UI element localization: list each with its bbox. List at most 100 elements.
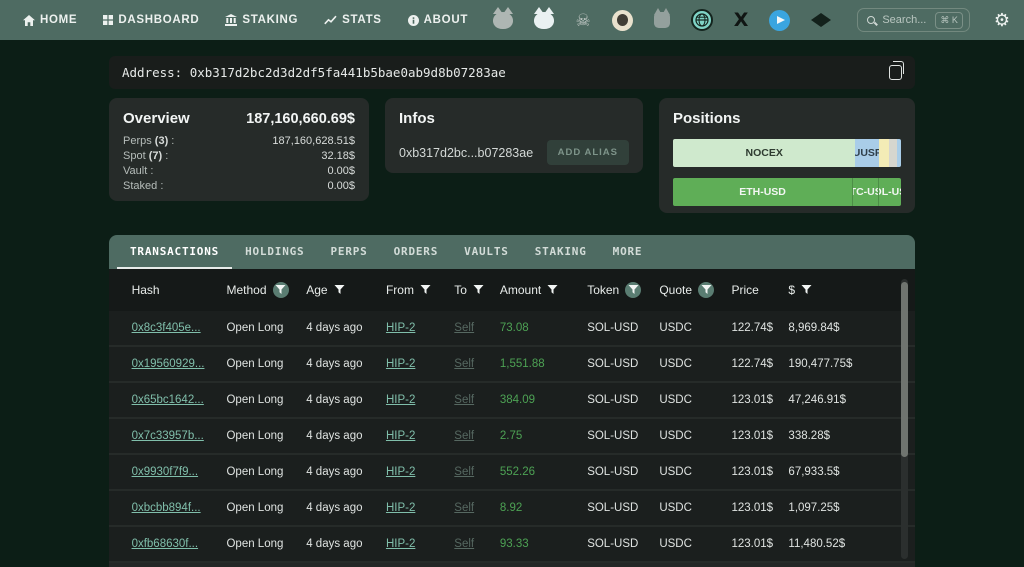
- dashboard-grid-icon: [103, 15, 114, 25]
- cell-price: 123.01$: [731, 394, 774, 406]
- cell-method: Open Long: [226, 502, 284, 514]
- search-input[interactable]: [882, 14, 929, 26]
- top-navbar: HOME DASHBOARD STAKING STATS ABOUT ☠ X ⌘…: [0, 0, 1024, 40]
- filter-icon[interactable]: [420, 285, 431, 295]
- bowtie-icon[interactable]: [811, 13, 832, 27]
- tab-staking[interactable]: STAKING: [522, 235, 600, 269]
- home-icon: [23, 14, 35, 26]
- tab-vaults[interactable]: VAULTS: [451, 235, 522, 269]
- scrollbar-thumb[interactable]: [901, 282, 908, 457]
- cell-quote: USDC: [659, 538, 692, 550]
- cell-token: SOL-USD: [587, 502, 639, 514]
- cell-price: 123.01$: [731, 502, 774, 514]
- tab-more[interactable]: MORE: [600, 235, 656, 269]
- hash-link[interactable]: 0x65bc1642...: [132, 394, 204, 406]
- cell-token: SOL-USD: [587, 430, 639, 442]
- to-link[interactable]: Self: [454, 502, 474, 514]
- nav-item-about[interactable]: ABOUT: [399, 14, 477, 26]
- nav-item-stats[interactable]: STATS: [315, 14, 391, 26]
- to-link[interactable]: Self: [454, 538, 474, 550]
- from-link[interactable]: HIP-2: [386, 394, 415, 406]
- filter-icon[interactable]: [625, 282, 642, 298]
- from-link[interactable]: HIP-2: [386, 466, 415, 478]
- gray-cat-icon[interactable]: [493, 6, 514, 29]
- cell-usd: 1,097.25$: [788, 502, 840, 514]
- spot-segment[interactable]: NOCEX: [673, 139, 856, 167]
- table-row: 0xfb68630f... Open Long 4 days ago HIP-2 Sel…: [109, 527, 915, 563]
- spot-segment[interactable]: [879, 139, 889, 167]
- to-link[interactable]: Self: [454, 358, 474, 370]
- from-link[interactable]: HIP-2: [386, 322, 415, 334]
- hash-link[interactable]: 0xbcbb894f...: [132, 502, 201, 514]
- filter-icon[interactable]: [334, 285, 345, 295]
- spot-segment[interactable]: UUSP: [855, 139, 880, 167]
- from-link[interactable]: HIP-2: [386, 430, 415, 442]
- copy-icon[interactable]: [889, 61, 904, 80]
- tab-holdings[interactable]: HOLDINGS: [232, 235, 317, 269]
- short-address: 0xb317d2bc...b07283ae: [399, 145, 534, 160]
- globe-icon[interactable]: [690, 9, 713, 31]
- x-twitter-icon[interactable]: X: [734, 10, 749, 30]
- column-header-usd: $: [788, 283, 891, 297]
- white-cat-icon[interactable]: [534, 6, 555, 29]
- column-header-amount: Amount: [500, 283, 587, 297]
- filter-icon[interactable]: [272, 282, 289, 298]
- table-body: 0x8c3f405e... Open Long 4 days ago HIP-2 Sel…: [109, 311, 915, 563]
- infos-title: Infos: [399, 110, 435, 127]
- skull-icon[interactable]: ☠: [575, 12, 590, 29]
- cell-age: 4 days ago: [306, 322, 363, 334]
- cell-token: SOL-USD: [587, 322, 639, 334]
- overview-row-label: Staked :: [123, 180, 164, 192]
- from-link[interactable]: HIP-2: [386, 502, 415, 514]
- tab-transactions[interactable]: TRANSACTIONS: [117, 235, 233, 269]
- add-alias-button[interactable]: ADD ALIAS: [546, 140, 629, 165]
- cell-method: Open Long: [226, 430, 284, 442]
- telegram-icon[interactable]: [769, 9, 791, 31]
- nav-item-dashboard[interactable]: DASHBOARD: [94, 14, 208, 26]
- cell-to: Self: [454, 502, 500, 514]
- perps-segment[interactable]: ETH-USD: [673, 178, 854, 206]
- to-link[interactable]: Self: [454, 322, 474, 334]
- cell-method: Open Long: [226, 394, 284, 406]
- hash-link[interactable]: 0x7c33957b...: [132, 430, 204, 442]
- overview-row-value: 32.18$: [321, 150, 355, 162]
- cell-amount: 1,551.88: [499, 358, 545, 370]
- from-link[interactable]: HIP-2: [386, 358, 415, 370]
- hash-link[interactable]: 0xfb68630f...: [132, 538, 199, 550]
- table-scrollbar[interactable]: [901, 279, 908, 559]
- perps-positions-bar: ETH-USDBTC-USDSOL-USD: [673, 178, 901, 206]
- perps-segment[interactable]: BTC-USD: [853, 178, 880, 206]
- tab-perps[interactable]: PERPS: [317, 235, 380, 269]
- filter-icon[interactable]: [698, 282, 715, 298]
- column-label: Hash: [131, 283, 160, 297]
- gear-icon[interactable]: ⚙: [994, 11, 1010, 29]
- spot-segment[interactable]: [888, 139, 897, 167]
- to-link[interactable]: Self: [454, 466, 474, 478]
- from-link[interactable]: HIP-2: [386, 538, 415, 550]
- hash-link[interactable]: 0x19560929...: [132, 358, 205, 370]
- trend-icon: [324, 15, 337, 25]
- search-box[interactable]: ⌘ K: [857, 8, 970, 32]
- cell-amount: 384.09: [499, 394, 536, 406]
- infos-card: Infos 0xb317d2bc...b07283ae ADD ALIAS: [385, 98, 643, 173]
- table-row: 0x65bc1642... Open Long 4 days ago HIP-2 Sel…: [109, 383, 915, 419]
- filter-icon[interactable]: [547, 285, 558, 295]
- hash-link[interactable]: 0x8c3f405e...: [132, 322, 201, 334]
- cell-usd: 67,933.5$: [788, 466, 840, 478]
- nav-item-home[interactable]: HOME: [14, 14, 86, 26]
- hash-link[interactable]: 0x9930f7f9...: [132, 466, 199, 478]
- address-text: Address: 0xb317d2bc2d3d2df5fa441b5bae0ab…: [122, 65, 506, 80]
- cell-to: Self: [454, 394, 500, 406]
- cell-price: 123.01$: [731, 430, 774, 442]
- monkey-badge-icon[interactable]: [611, 9, 633, 31]
- robot-cat-icon[interactable]: [653, 8, 670, 28]
- perps-segment[interactable]: SOL-USD: [879, 178, 901, 206]
- to-link[interactable]: Self: [454, 394, 474, 406]
- to-link[interactable]: Self: [454, 430, 474, 442]
- filter-icon[interactable]: [801, 285, 812, 295]
- nav-item-staking[interactable]: STAKING: [216, 14, 307, 26]
- filter-icon[interactable]: [473, 285, 484, 295]
- tab-orders[interactable]: ORDERS: [381, 235, 452, 269]
- spot-segment[interactable]: [896, 139, 901, 167]
- column-label: From: [385, 283, 414, 297]
